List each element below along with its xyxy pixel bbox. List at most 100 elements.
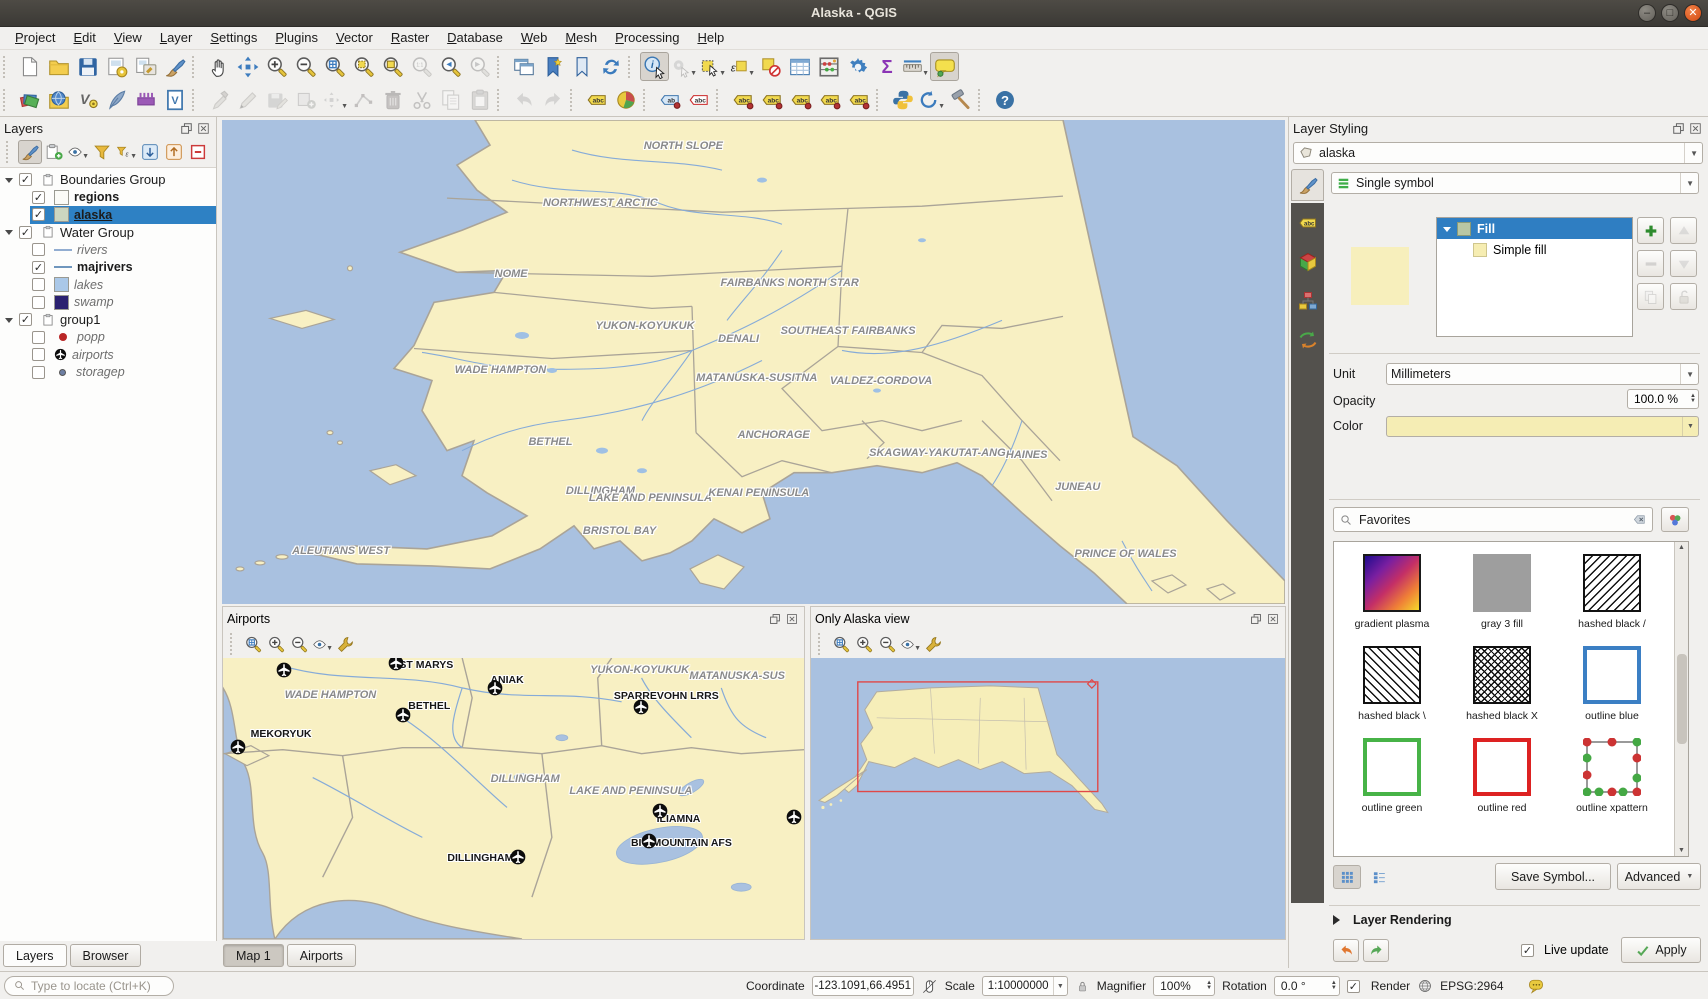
visibility-checkbox[interactable]: [32, 243, 45, 256]
visibility-checkbox[interactable]: [32, 331, 45, 344]
diagrams-tab[interactable]: [1294, 287, 1321, 314]
open-attribute-table-button[interactable]: [785, 52, 814, 81]
zoom-last-button[interactable]: [436, 52, 465, 81]
scale-select[interactable]: 1:10000000 ▼: [982, 976, 1068, 996]
pin-unpin-labels-button[interactable]: abc: [728, 85, 757, 114]
airports-view-settings-button[interactable]: ▼: [311, 633, 334, 656]
pan-map-button[interactable]: [204, 52, 233, 81]
open-layer-styling-dock-button[interactable]: [18, 140, 42, 164]
new-print-layout-button[interactable]: [102, 52, 131, 81]
locator-input[interactable]: Type to locate (Ctrl+K): [4, 976, 174, 996]
manage-map-themes-button[interactable]: ▼: [66, 140, 90, 164]
overview-dock-close-button[interactable]: [1264, 611, 1281, 628]
layers-panel-close-button[interactable]: [195, 120, 212, 137]
zoom-in-button[interactable]: [262, 52, 291, 81]
python-console-button[interactable]: [888, 85, 917, 114]
pin-labels-button[interactable]: ab: [655, 85, 684, 114]
panel-tab-layers[interactable]: Layers: [3, 944, 67, 967]
menu-plugins[interactable]: Plugins: [266, 27, 327, 49]
expand-all-button[interactable]: [138, 140, 162, 164]
3d-view-tab[interactable]: [1294, 248, 1321, 275]
airports-zoom-out-button[interactable]: [288, 633, 311, 656]
symbol-outline-green[interactable]: outline green: [1340, 738, 1444, 814]
styling-layer-select[interactable]: alaska ▼: [1293, 142, 1703, 164]
expander-icon[interactable]: [5, 230, 13, 239]
recent-processing-algorithms-button[interactable]: ▼: [917, 85, 946, 114]
layer-item-majrivers[interactable]: ✓majrivers: [0, 259, 216, 277]
style-redo-button[interactable]: [1363, 939, 1389, 962]
pan-to-selection-button[interactable]: [233, 52, 262, 81]
unit-select[interactable]: Millimeters▼: [1386, 363, 1699, 385]
minimize-button[interactable]: ‒: [1638, 4, 1656, 22]
close-button[interactable]: ✕: [1684, 4, 1702, 22]
symbol-gradient-plasma[interactable]: gradient plasma: [1340, 554, 1444, 630]
open-project-button[interactable]: [44, 52, 73, 81]
overview-dock-float-button[interactable]: [1247, 611, 1264, 628]
airports-map-canvas[interactable]: ST MARYSYUKON-KOYUKUKMATANUSKA-SUSANIAKW…: [223, 658, 804, 939]
airports-dock-options-button[interactable]: [334, 633, 357, 656]
magnifier-spinbox[interactable]: 100%▲▼: [1153, 976, 1215, 996]
add-group-button[interactable]: [42, 140, 66, 164]
overview-zoom-out-button[interactable]: [876, 633, 899, 656]
collapse-all-button[interactable]: [162, 140, 186, 164]
menu-raster[interactable]: Raster: [382, 27, 438, 49]
layer-item-lakes[interactable]: lakes: [0, 276, 216, 294]
menu-project[interactable]: Project: [6, 27, 64, 49]
expander-icon[interactable]: [5, 318, 13, 327]
visibility-checkbox[interactable]: ✓: [19, 173, 32, 186]
airports-dock-float-button[interactable]: [766, 611, 783, 628]
layer-item-alaska[interactable]: ✓alaska: [0, 206, 216, 224]
statistical-summary-button[interactable]: Σ: [872, 52, 901, 81]
visibility-checkbox[interactable]: [32, 278, 45, 291]
menu-web[interactable]: Web: [512, 27, 557, 49]
visibility-checkbox[interactable]: ✓: [32, 208, 45, 221]
menu-view[interactable]: View: [105, 27, 151, 49]
renderer-select[interactable]: Single symbol ▼: [1331, 172, 1699, 194]
field-calculator-button[interactable]: [814, 52, 843, 81]
deselect-features-button[interactable]: [756, 52, 785, 81]
symbol-hashed-black-[interactable]: hashed black \: [1340, 646, 1444, 722]
save-symbol-button[interactable]: Save Symbol...: [1495, 863, 1611, 890]
show-hide-labels-button[interactable]: abc: [757, 85, 786, 114]
new-project-button[interactable]: [15, 52, 44, 81]
gallery-scrollbar[interactable]: ▲▼: [1674, 542, 1688, 856]
measure-line-button[interactable]: ▼: [901, 52, 930, 81]
layer-item-popp[interactable]: popp: [0, 329, 216, 347]
color-dropdown-arrow[interactable]: ▼: [1682, 417, 1698, 436]
new-mesh-layer-button[interactable]: [131, 85, 160, 114]
select-features-button[interactable]: ▼: [698, 52, 727, 81]
expander-icon[interactable]: [5, 178, 13, 187]
add-vector-layer-button[interactable]: [44, 85, 73, 114]
map-tab-airports[interactable]: Airports: [287, 944, 356, 967]
style-undo-button[interactable]: [1333, 939, 1359, 962]
symbol-tree-simple-fill-row[interactable]: Simple fill: [1437, 239, 1632, 260]
color-button[interactable]: ▼: [1386, 416, 1699, 437]
show-layout-manager-button[interactable]: [131, 52, 160, 81]
add-symbol-layer-button[interactable]: [1637, 217, 1664, 244]
extent-tracking-icon[interactable]: [921, 978, 938, 995]
history-tab[interactable]: [1294, 326, 1321, 353]
menu-settings[interactable]: Settings: [201, 27, 266, 49]
crs-globe-icon[interactable]: [1417, 978, 1433, 994]
visibility-checkbox[interactable]: ✓: [19, 226, 32, 239]
clear-search-icon[interactable]: [1632, 512, 1647, 527]
visibility-checkbox[interactable]: [32, 366, 45, 379]
layer-item-regions[interactable]: ✓regions: [0, 189, 216, 207]
lock-scale-icon[interactable]: [1075, 979, 1090, 994]
airports-zoom-full-button[interactable]: [242, 633, 265, 656]
overview-dock-options-button[interactable]: [922, 633, 945, 656]
menu-mesh[interactable]: Mesh: [556, 27, 606, 49]
layer-item-airports[interactable]: airports: [0, 346, 216, 364]
crs-value[interactable]: EPSG:2964: [1440, 979, 1503, 993]
save-project-button[interactable]: [73, 52, 102, 81]
layer-item-rivers[interactable]: rivers: [0, 241, 216, 259]
overview-map-canvas[interactable]: [811, 658, 1285, 939]
select-by-expression-button[interactable]: ε▼: [727, 52, 756, 81]
symbol-tree[interactable]: Fill Simple fill: [1436, 217, 1633, 337]
symbol-gallery[interactable]: gradient plasmagray 3 fillhashed black /…: [1333, 541, 1689, 857]
identify-features-button[interactable]: i: [640, 52, 669, 81]
menu-layer[interactable]: Layer: [151, 27, 202, 49]
advanced-button[interactable]: Advanced▼: [1617, 863, 1701, 890]
menu-edit[interactable]: Edit: [64, 27, 104, 49]
visibility-checkbox[interactable]: ✓: [19, 313, 32, 326]
